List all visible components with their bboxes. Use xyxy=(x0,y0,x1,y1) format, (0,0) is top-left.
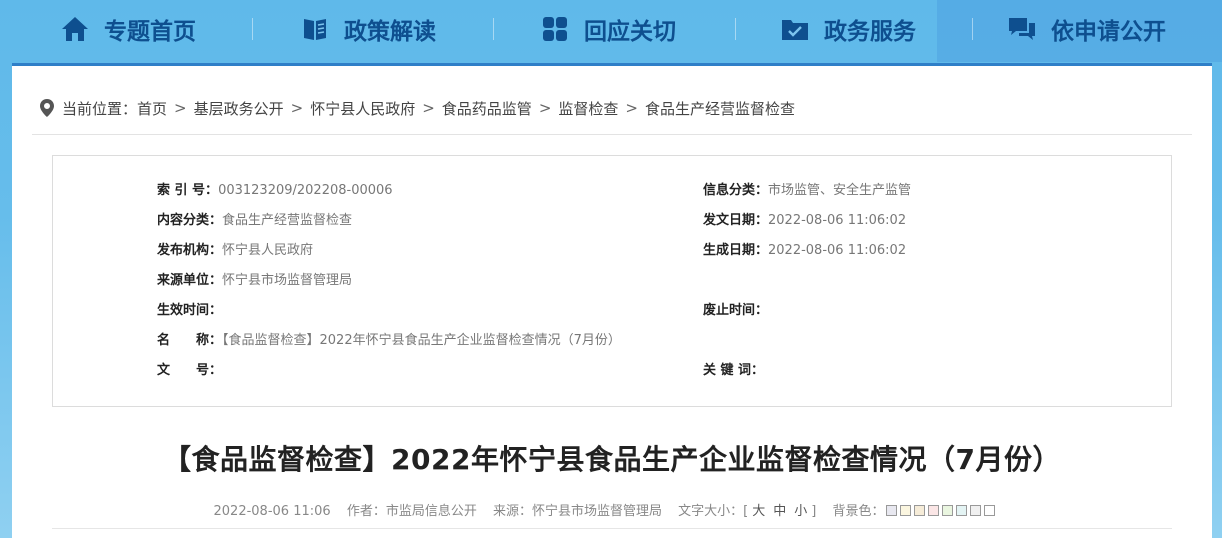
nav-divider xyxy=(493,18,494,40)
chat-icon xyxy=(1007,14,1037,44)
breadcrumb-prefix: 当前位置： xyxy=(62,99,138,118)
home-icon xyxy=(60,14,90,44)
meta-name: 名 称：【食品监督检查】2022年怀宁县食品生产企业监督检查情况（7月份） xyxy=(157,331,621,351)
font-size-medium-button[interactable]: 中 xyxy=(773,504,786,519)
meta-key: 关 键 词： xyxy=(703,363,765,378)
article-author: 作者：市监局信息公开 xyxy=(346,504,477,519)
meta-doc-number: 文 号： xyxy=(157,361,222,381)
nav-item-home[interactable]: 专题首页 xyxy=(60,0,196,58)
article-title: 【食品监督检查】2022年怀宁县食品生产企业监督检查情况（7月份） xyxy=(163,443,1061,476)
meta-content-type: 内容分类：食品生产经营监督检查 xyxy=(157,211,352,231)
font-size-small-button[interactable]: 小 xyxy=(794,504,807,519)
background-color-label: 背景色： xyxy=(832,504,885,519)
meta-value: 食品生产经营监督检查 xyxy=(222,213,353,228)
nav-label: 专题首页 xyxy=(104,19,196,45)
article-info-bar: 2022-08-06 11:06 作者：市监局信息公开 来源：怀宁县市场监督管理… xyxy=(12,500,1212,519)
folder-check-icon xyxy=(780,14,810,44)
background-color-swatch[interactable] xyxy=(914,505,926,516)
breadcrumb-sep: > xyxy=(625,99,638,117)
article-source: 来源：怀宁县市场监督管理局 xyxy=(492,504,662,519)
divider xyxy=(52,528,1172,529)
nav-divider xyxy=(252,18,253,40)
meta-key: 生效时间： xyxy=(157,303,223,318)
background-color-swatch[interactable] xyxy=(900,505,912,516)
metadata-table: 索 引 号：003123209/202208-00006 信息分类：市场监管、安… xyxy=(52,155,1172,407)
nav-item-policy[interactable]: 政策解读 xyxy=(300,0,436,58)
meta-issue-date: 发文日期：2022-08-06 11:06:02 xyxy=(703,211,906,231)
meta-keywords: 关 键 词： xyxy=(703,361,764,381)
meta-generated-date: 生成日期：2022-08-06 11:06:02 xyxy=(703,241,906,261)
background-color-swatch[interactable] xyxy=(984,505,996,516)
divider xyxy=(32,134,1192,135)
grid-icon xyxy=(540,14,570,44)
nav-item-response[interactable]: 回应关切 xyxy=(540,0,676,58)
font-size-label: 文字大小：[ xyxy=(678,504,749,519)
meta-value: 2022-08-06 11:06:02 xyxy=(768,243,907,258)
meta-key: 生成日期： xyxy=(703,243,769,258)
background-color-swatch[interactable] xyxy=(970,505,982,516)
nav-label: 政务服务 xyxy=(824,19,916,45)
article-date: 2022-08-06 11:06 xyxy=(213,504,331,519)
meta-source: 来源单位：怀宁县市场监督管理局 xyxy=(157,271,352,291)
meta-publisher: 发布机构：怀宁县人民政府 xyxy=(157,241,313,261)
meta-key: 发文日期： xyxy=(703,213,769,228)
meta-index: 索 引 号：003123209/202208-00006 xyxy=(157,181,393,201)
font-size-end: ] xyxy=(811,504,817,519)
nav-divider xyxy=(735,18,736,40)
nav-item-service[interactable]: 政务服务 xyxy=(780,0,916,58)
meta-category: 信息分类：市场监管、安全生产监管 xyxy=(703,181,911,201)
background-color-swatch[interactable] xyxy=(956,505,968,516)
book-icon xyxy=(300,14,330,44)
meta-abolish: 废止时间： xyxy=(703,301,768,321)
breadcrumb: 当前位置： 首页 > 基层政务公开 > 怀宁县人民政府 > 食品药品监管 > 监… xyxy=(40,96,795,120)
background-swatches xyxy=(886,504,998,519)
breadcrumb-item[interactable]: 食品药品监管 xyxy=(442,98,532,119)
meta-key: 废止时间： xyxy=(703,303,769,318)
background-color-swatch[interactable] xyxy=(886,505,898,516)
meta-value: 003123209/202208-00006 xyxy=(218,183,393,198)
breadcrumb-item[interactable]: 怀宁县人民政府 xyxy=(310,98,415,119)
meta-key: 文 号： xyxy=(157,363,223,378)
meta-value: 怀宁县人民政府 xyxy=(222,243,314,258)
meta-key: 索 引 号： xyxy=(157,183,219,198)
breadcrumb-home[interactable]: 首页 xyxy=(137,98,167,119)
top-navigation: 专题首页 政策解读 回应关切 政务服务 依申请公开 xyxy=(0,0,1222,62)
meta-value: 【食品监督检查】2022年怀宁县食品生产企业监督检查情况（7月份） xyxy=(222,333,621,348)
meta-effective: 生效时间： xyxy=(157,301,222,321)
nav-label: 回应关切 xyxy=(584,19,676,45)
meta-key: 名 称： xyxy=(157,333,223,348)
meta-value: 2022-08-06 11:06:02 xyxy=(768,213,907,228)
font-size-large-button[interactable]: 大 xyxy=(752,504,765,519)
nav-item-apply[interactable]: 依申请公开 xyxy=(1007,0,1166,58)
nav-label: 依申请公开 xyxy=(1051,19,1166,45)
breadcrumb-item[interactable]: 基层政务公开 xyxy=(194,98,284,119)
location-pin-icon xyxy=(40,99,54,117)
meta-key: 发布机构： xyxy=(157,243,223,258)
meta-value: 市场监管、安全生产监管 xyxy=(768,183,912,198)
meta-key: 来源单位： xyxy=(157,273,223,288)
breadcrumb-current[interactable]: 食品生产经营监督检查 xyxy=(645,98,795,119)
background-color-swatch[interactable] xyxy=(942,505,954,516)
breadcrumb-sep: > xyxy=(538,99,552,117)
meta-key: 信息分类： xyxy=(703,183,769,198)
breadcrumb-sep: > xyxy=(290,99,304,117)
nav-divider xyxy=(972,18,973,40)
nav-label: 政策解读 xyxy=(344,19,436,45)
meta-key: 内容分类： xyxy=(157,213,223,228)
content-panel: 当前位置： 首页 > 基层政务公开 > 怀宁县人民政府 > 食品药品监管 > 监… xyxy=(12,63,1212,538)
meta-value: 怀宁县市场监督管理局 xyxy=(222,273,353,288)
breadcrumb-sep: > xyxy=(422,99,435,117)
breadcrumb-sep: > xyxy=(174,99,187,117)
breadcrumb-item[interactable]: 监督检查 xyxy=(558,98,618,119)
background-color-swatch[interactable] xyxy=(928,505,940,516)
